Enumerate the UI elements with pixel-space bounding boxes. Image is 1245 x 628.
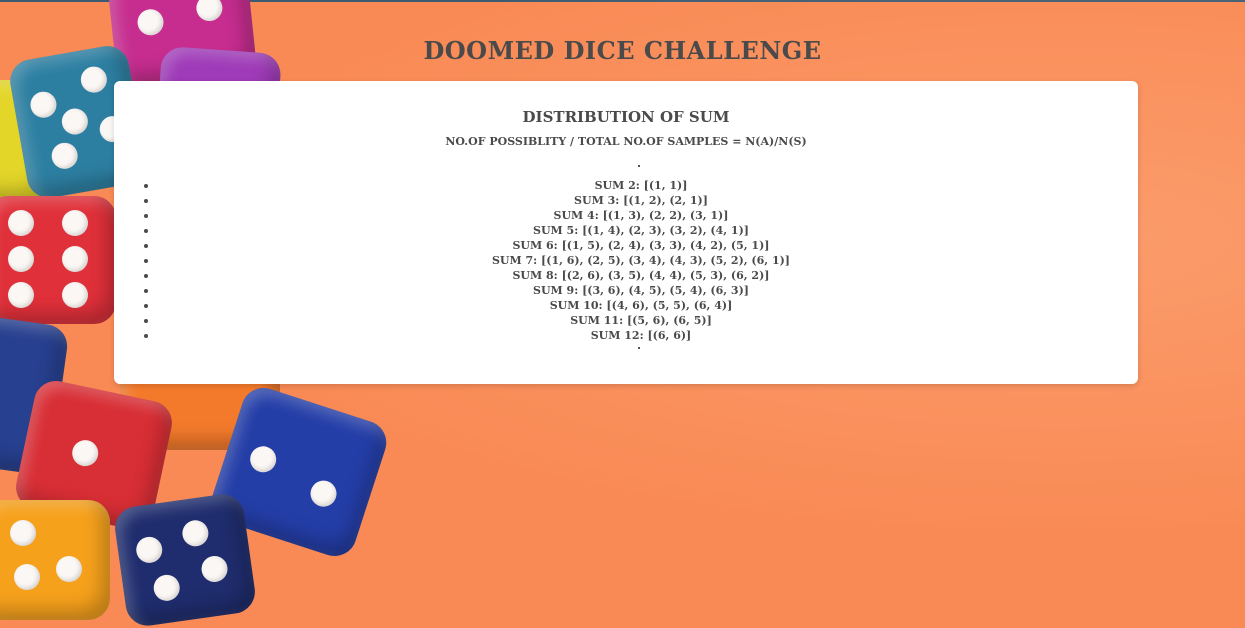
divider-dot	[638, 165, 640, 167]
sum-text: SUM 3: [(1, 2), (2, 1)]	[574, 194, 708, 207]
bullet-icon	[144, 244, 148, 248]
card-subtitle: NO.OF POSSIBLITY / TOTAL NO.OF SAMPLES =…	[445, 135, 807, 148]
sum-text: SUM 12: [(6, 6)]	[590, 329, 692, 342]
card-title: DISTRIBUTION OF SUM	[522, 108, 730, 126]
sum-text: SUM 2: [(1, 1)]	[594, 179, 688, 192]
list-item: SUM 8: [(2, 6), (3, 5), (4, 4), (5, 3), …	[144, 268, 1138, 283]
list-item: SUM 10: [(4, 6), (5, 5), (6, 4)]	[144, 298, 1138, 313]
sum-text: SUM 5: [(1, 4), (2, 3), (3, 2), (4, 1)]	[533, 224, 749, 237]
bullet-icon	[144, 214, 148, 218]
bullet-icon	[144, 229, 148, 233]
dice-image	[112, 491, 258, 628]
list-item: SUM 4: [(1, 3), (2, 2), (3, 1)]	[144, 208, 1138, 223]
list-item: SUM 12: [(6, 6)]	[144, 328, 1138, 343]
list-item: SUM 11: [(5, 6), (6, 5)]	[144, 313, 1138, 328]
bullet-icon	[144, 274, 148, 278]
sum-text: SUM 8: [(2, 6), (3, 5), (4, 4), (5, 3), …	[512, 269, 770, 282]
sum-list: SUM 2: [(1, 1)] SUM 3: [(1, 2), (2, 1)] …	[144, 178, 1138, 343]
dice-image	[0, 196, 116, 324]
sum-text: SUM 4: [(1, 3), (2, 2), (3, 1)]	[553, 209, 729, 222]
bullet-icon	[144, 319, 148, 323]
bullet-icon	[144, 334, 148, 338]
bullet-icon	[144, 289, 148, 293]
sum-text: SUM 7: [(1, 6), (2, 5), (3, 4), (4, 3), …	[491, 254, 791, 267]
bullet-icon	[144, 199, 148, 203]
bullet-icon	[144, 259, 148, 263]
list-item: SUM 5: [(1, 4), (2, 3), (3, 2), (4, 1)]	[144, 223, 1138, 238]
list-item: SUM 9: [(3, 6), (4, 5), (5, 4), (6, 3)]	[144, 283, 1138, 298]
list-item: SUM 6: [(1, 5), (2, 4), (3, 3), (4, 2), …	[144, 238, 1138, 253]
dice-image	[0, 500, 110, 620]
sum-text: SUM 6: [(1, 5), (2, 4), (3, 3), (4, 2), …	[512, 239, 770, 252]
distribution-card: DISTRIBUTION OF SUM NO.OF POSSIBLITY / T…	[114, 81, 1138, 384]
list-item: SUM 2: [(1, 1)]	[144, 178, 1138, 193]
divider-dot	[638, 347, 640, 349]
page-title: DOOMED DICE CHALLENGE	[423, 36, 822, 65]
bullet-icon	[144, 304, 148, 308]
sum-text: SUM 10: [(4, 6), (5, 5), (6, 4)]	[549, 299, 733, 312]
sum-text: SUM 9: [(3, 6), (4, 5), (5, 4), (6, 3)]	[533, 284, 749, 297]
list-item: SUM 7: [(1, 6), (2, 5), (3, 4), (4, 3), …	[144, 253, 1138, 268]
list-item: SUM 3: [(1, 2), (2, 1)]	[144, 193, 1138, 208]
bullet-icon	[144, 184, 148, 188]
sum-text: SUM 11: [(5, 6), (6, 5)]	[570, 314, 712, 327]
